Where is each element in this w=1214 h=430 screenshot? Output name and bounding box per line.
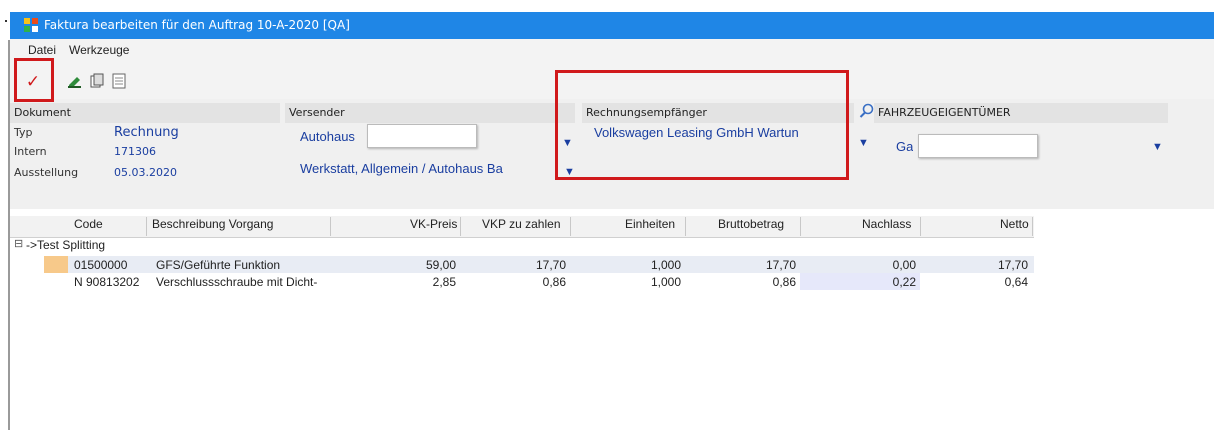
versender-line1: Autohaus [300, 129, 355, 144]
column-header-beschreibung[interactable]: Beschreibung Vorgang [152, 217, 273, 237]
menu-datei[interactable]: Datei [28, 43, 56, 57]
column-separator [460, 217, 461, 236]
fahrzeugeigentuemer-input-field[interactable] [918, 134, 1038, 158]
column-separator [800, 217, 801, 236]
cell-beschreibung: Verschlussschraube mit Dicht- [156, 275, 318, 289]
fahrzeugeigentuemer-value: Ga [896, 139, 914, 154]
cell-netto: 0,64 [1004, 275, 1028, 289]
column-separator [330, 217, 331, 236]
column-header-bruttobetrag[interactable]: Bruttobetrag [718, 217, 784, 237]
positions-table [10, 213, 1214, 430]
ausstellung-value: 05.03.2020 [114, 166, 177, 179]
fahrzeugeigentuemer-header: FAHRZEUGEIGENTÜMER [874, 103, 1168, 123]
cell-code: 01500000 [74, 258, 128, 272]
column-header-netto[interactable]: Netto [1000, 217, 1029, 237]
typ-value: Rechnung [114, 125, 179, 140]
menu-werkzeuge[interactable]: Werkzeuge [69, 43, 129, 57]
window-title: Faktura bearbeiten für den Auftrag 10-A-… [44, 18, 350, 32]
versender-input-field[interactable] [367, 124, 477, 148]
highlight-box-checkmark [14, 58, 54, 102]
search-icon[interactable] [859, 103, 875, 119]
cell-vkp-zu-zahlen: 0,86 [542, 275, 566, 289]
app-icon [24, 18, 38, 32]
title-bar: Faktura bearbeiten für den Auftrag 10-A-… [10, 12, 1214, 39]
column-header-vkp-zu-zahlen[interactable]: VKP zu zahlen [482, 217, 561, 237]
typ-label: Typ [14, 126, 33, 139]
highlight-box-rechnungsempfaenger [555, 70, 849, 180]
cell-vk-preis: 59,00 [425, 258, 456, 272]
edit-icon[interactable] [66, 73, 84, 91]
cell-netto: 17,70 [997, 258, 1028, 272]
cell-bruttobetrag: 17,70 [765, 258, 796, 272]
edge-dot [5, 20, 7, 22]
group-expand-toggle[interactable]: ⊟ [14, 237, 23, 250]
cell-code: N 90813202 [74, 275, 140, 289]
column-separator [920, 217, 921, 236]
cell-vk-preis: 2,85 [432, 275, 456, 289]
column-header-vk-preis[interactable]: VK-Preis [410, 217, 457, 237]
column-header-code[interactable]: Code [74, 217, 103, 237]
menu-bar: Datei Werkzeuge [10, 39, 1214, 61]
cell-einheiten: 1,000 [650, 275, 681, 289]
ausstellung-label: Ausstellung [14, 166, 79, 179]
group-label: ->Test Splitting [26, 238, 106, 252]
column-separator [685, 217, 686, 236]
versender-header: Versender [285, 103, 575, 123]
column-header-einheiten[interactable]: Einheiten [625, 217, 675, 237]
column-separator [146, 217, 147, 236]
dokument-header: Dokument [10, 103, 280, 123]
cell-einheiten: 1,000 [650, 258, 681, 272]
column-separator [570, 217, 571, 236]
column-separator [1032, 217, 1033, 236]
intern-value: 171306 [114, 145, 156, 158]
column-header-nachlass[interactable]: Nachlass [862, 217, 911, 237]
rechnungsempfaenger-dropdown-icon[interactable]: ▼ [858, 137, 869, 149]
intern-label: Intern [14, 145, 47, 158]
fahrzeugeigentuemer-dropdown-icon[interactable]: ▼ [1152, 141, 1163, 153]
cell-bruttobetrag: 0,86 [772, 275, 796, 289]
cell-nachlass: 0,00 [892, 258, 916, 272]
copy-icon[interactable] [88, 73, 106, 91]
versender-line2: Werkstatt, Allgemein / Autohaus Ba [300, 161, 503, 176]
cell-vkp-zu-zahlen: 17,70 [535, 258, 566, 272]
row-indicator [44, 256, 68, 273]
cell-beschreibung: GFS/Geführte Funktion [156, 258, 281, 272]
document-icon[interactable] [110, 73, 128, 91]
cell-nachlass[interactable]: 0,22 [840, 275, 916, 289]
